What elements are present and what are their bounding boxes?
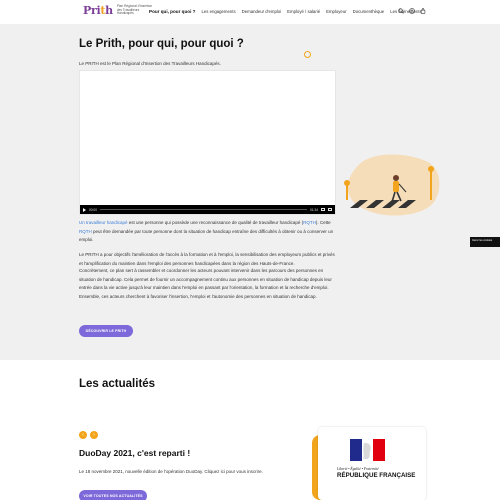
article-title[interactable]: DuoDay 2021, c'est reparti ! [79,448,190,458]
objectives-paragraph: Le PRITH a pour objectifs l'amélioration… [79,252,335,266]
rqth-link-1[interactable]: RQTH [303,220,316,225]
travailleur-handicape-link[interactable]: Un travailleur handicapé [79,220,128,225]
volume-icon[interactable] [321,208,325,211]
marianne-flag-icon [350,439,385,461]
video-progress-bar[interactable] [99,208,308,211]
video-controls: 00:00 01:34 [80,205,335,214]
discover-prith-button[interactable]: DÉCOUVRIR LE PRITH [79,325,133,337]
intro-text: Le PRITH est le Plan Régional d'Insertio… [79,61,221,66]
republic-motto: Liberté • Égalité • Fraternité [337,467,379,471]
rqth-link-2[interactable]: RQTH [79,229,92,234]
header-icons [398,8,426,14]
republique-francaise-card: Liberté • Égalité • Fraternité RÉPUBLIQU… [318,427,426,500]
site-header: Prith Plan Régional d'Insertion des Trav… [0,0,500,24]
fullscreen-icon[interactable] [328,208,332,211]
previous-arrow-button[interactable]: ‹ [79,431,87,439]
cookie-badge[interactable]: Gérer les cookies [470,237,500,247]
rqth-paragraph: Un travailleur handicapé est une personn… [79,220,334,242]
article-image[interactable]: Liberté • Égalité • Fraternité RÉPUBLIQU… [312,427,426,500]
nav-item-engagements[interactable]: Les engagements [201,9,235,14]
accessibility-icon[interactable] [409,8,415,14]
nav-item-documentheque[interactable]: Documenthèque [353,9,385,14]
nav-item-pour-qui[interactable]: Pour qui, pour quoi ? [149,9,195,14]
nav-item-employeur[interactable]: Employeur [326,9,347,14]
news-section-title: Les actualités [79,378,156,390]
play-icon[interactable] [83,207,86,212]
all-news-button[interactable]: VOIR TOUTES NOS ACTUALITÉS [79,490,147,500]
main-nav: Pour qui, pour quoi ? Les engagements De… [149,9,422,14]
video-player[interactable]: 00:00 01:34 [79,70,336,215]
video-total-time: 01:34 [310,207,318,212]
concretement-paragraph: Concrètement, ce plan sert à rassembler … [79,268,332,299]
cart-icon[interactable] [420,8,426,14]
logo-wordmark: Prith [83,4,113,17]
next-arrow-button[interactable]: › [90,431,98,439]
video-current-time: 00:00 [89,207,97,212]
search-icon[interactable] [398,8,404,14]
article-excerpt: Le 18 novembre 2021, nouvelle édition de… [79,469,263,474]
prith-logo[interactable]: Prith Plan Régional d'Insertion des Trav… [83,4,155,17]
republic-name: RÉPUBLIQUE FRANÇAISE [337,472,416,479]
page-title: Le Prith, pour qui, pour quoi ? [79,38,244,50]
nav-item-employe[interactable]: Employé / salarié [287,9,320,14]
crosswalk-illustration [344,154,440,216]
news-carousel-arrows: ‹ › [79,431,98,439]
decorative-circle [304,51,311,58]
nav-item-demandeur[interactable]: Demandeur d'emploi [242,9,282,14]
